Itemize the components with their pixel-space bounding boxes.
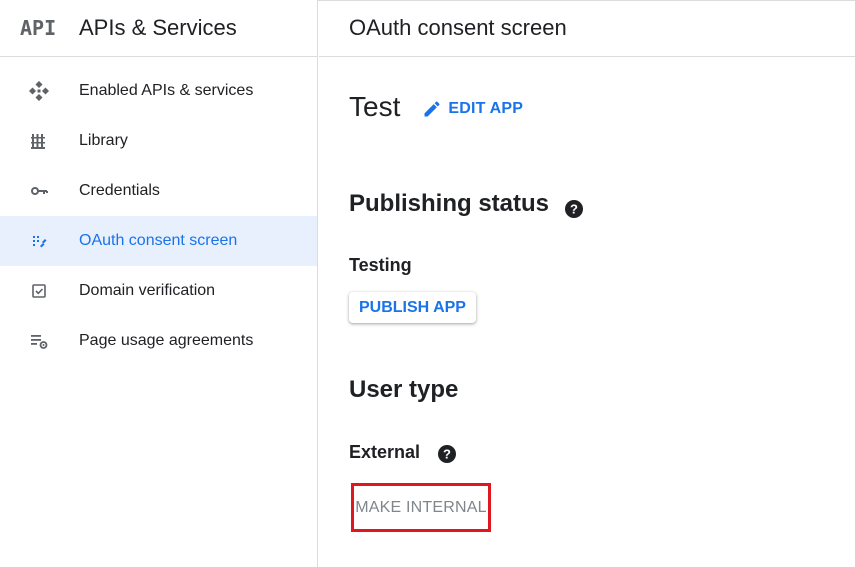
make-internal-button[interactable]: MAKE INTERNAL: [355, 499, 487, 517]
sidebar-item-oauth-consent[interactable]: OAuth consent screen: [0, 216, 317, 266]
user-type-value: External: [349, 442, 421, 462]
pencil-icon: [424, 101, 440, 117]
sidebar-item-credentials[interactable]: Credentials: [0, 166, 317, 216]
sidebar-item-enabled-apis[interactable]: Enabled APIs & services: [0, 66, 317, 116]
help-icon[interactable]: ?: [437, 444, 457, 469]
sidebar-item-label: OAuth consent screen: [79, 232, 238, 249]
app-name: Test: [349, 91, 401, 122]
edit-app-label: EDIT APP: [448, 100, 524, 117]
oauth-consent-icon: [29, 231, 49, 251]
app-row: Test EDIT APP: [349, 91, 523, 123]
sidebar-item-page-usage[interactable]: Page usage agreements: [0, 316, 317, 366]
help-icon[interactable]: ?: [564, 199, 584, 224]
sidebar: API APIs & Services Enabled APIs & servi…: [0, 0, 318, 567]
product-title: APIs & Services: [79, 15, 237, 40]
svg-text:?: ?: [570, 202, 578, 217]
library-icon: [29, 131, 49, 151]
edit-app-button[interactable]: EDIT APP: [422, 99, 523, 119]
api-logo-icon[interactable]: API: [20, 16, 60, 40]
key-icon: [29, 181, 49, 201]
sidebar-header: API APIs & Services: [0, 0, 317, 57]
sidebar-item-label: Enabled APIs & services: [79, 82, 254, 99]
sidebar-item-domain-verification[interactable]: Domain verification: [0, 266, 317, 316]
publishing-status-title: Publishing status: [349, 190, 550, 217]
svg-text:?: ?: [443, 447, 451, 462]
sidebar-item-label: Page usage agreements: [79, 332, 254, 349]
user-type-title: User type: [349, 376, 459, 403]
page-title: OAuth consent screen: [349, 15, 567, 40]
sidebar-item-label: Domain verification: [79, 282, 216, 299]
checkbox-icon: [29, 281, 49, 301]
publish-app-button[interactable]: PUBLISH APP: [349, 292, 476, 323]
make-internal-highlight-box: MAKE INTERNAL: [351, 483, 491, 532]
settings-list-icon: [29, 331, 49, 351]
publishing-status-value: Testing: [349, 255, 412, 275]
enabled-apis-icon: [29, 81, 49, 101]
main-content: OAuth consent screen Test EDIT APP Publi…: [319, 0, 855, 567]
sidebar-item-label: Library: [79, 132, 128, 149]
sidebar-item-library[interactable]: Library: [0, 116, 317, 166]
sidebar-nav: Enabled APIs & services Library Credenti…: [0, 66, 317, 366]
sidebar-item-label: Credentials: [79, 182, 160, 199]
main-header: OAuth consent screen: [319, 0, 855, 57]
svg-text:API: API: [20, 17, 56, 39]
